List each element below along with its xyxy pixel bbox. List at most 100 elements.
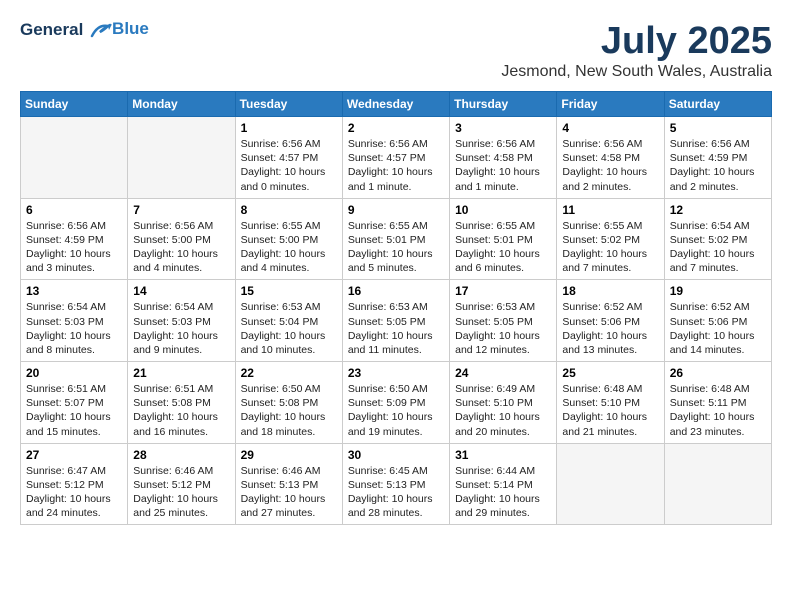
calendar-cell: 3Sunrise: 6:56 AMSunset: 4:58 PMDaylight… [450, 117, 557, 199]
cell-details: Sunrise: 6:48 AMSunset: 5:10 PMDaylight:… [562, 382, 658, 439]
cell-details: Sunrise: 6:44 AMSunset: 5:14 PMDaylight:… [455, 464, 551, 521]
day-number: 24 [455, 366, 551, 380]
calendar-cell [21, 117, 128, 199]
day-number: 1 [241, 121, 337, 135]
calendar-table: SundayMondayTuesdayWednesdayThursdayFrid… [20, 91, 772, 525]
calendar-header-row: SundayMondayTuesdayWednesdayThursdayFrid… [21, 92, 772, 117]
day-number: 27 [26, 448, 122, 462]
logo-general: General [20, 20, 83, 39]
cell-details: Sunrise: 6:52 AMSunset: 5:06 PMDaylight:… [562, 300, 658, 357]
cell-details: Sunrise: 6:56 AMSunset: 4:58 PMDaylight:… [562, 137, 658, 194]
week-row-3: 13 Sunrise: 6:54 AMSunset: 5:03 PMDayligh… [21, 280, 772, 362]
cell-details: Sunrise: 6:55 AMSunset: 5:01 PMDaylight:… [348, 219, 444, 276]
cell-details: Sunrise: 6:48 AMSunset: 5:11 PMDaylight:… [670, 382, 766, 439]
cell-details: Sunrise: 6:51 AMSunset: 5:08 PMDaylight:… [133, 382, 229, 439]
cell-details: Sunrise: 6:46 AMSunset: 5:13 PMDaylight:… [241, 464, 337, 521]
calendar-cell: 18 Sunrise: 6:52 AMSunset: 5:06 PMDayligh… [557, 280, 664, 362]
day-number: 10 [455, 203, 551, 217]
calendar-cell: 26 Sunrise: 6:48 AMSunset: 5:11 PMDayligh… [664, 362, 771, 444]
calendar-cell: 27Sunrise: 6:47 AMSunset: 5:12 PMDayligh… [21, 443, 128, 525]
logo-bird-icon [90, 22, 112, 40]
day-number: 22 [241, 366, 337, 380]
calendar-cell: 25 Sunrise: 6:48 AMSunset: 5:10 PMDayligh… [557, 362, 664, 444]
title-block: July 2025 Jesmond, New South Wales, Aust… [501, 20, 772, 81]
calendar-cell: 10 Sunrise: 6:55 AMSunset: 5:01 PMDayligh… [450, 198, 557, 280]
day-number: 21 [133, 366, 229, 380]
calendar-cell: 4 Sunrise: 6:56 AMSunset: 4:58 PMDaylight… [557, 117, 664, 199]
day-number: 15 [241, 284, 337, 298]
calendar-cell: 24 Sunrise: 6:49 AMSunset: 5:10 PMDayligh… [450, 362, 557, 444]
day-number: 13 [26, 284, 122, 298]
day-number: 7 [133, 203, 229, 217]
day-number: 30 [348, 448, 444, 462]
day-number: 8 [241, 203, 337, 217]
calendar-cell [128, 117, 235, 199]
cell-details: Sunrise: 6:56 AMSunset: 4:57 PMDaylight:… [241, 137, 337, 194]
day-number: 4 [562, 121, 658, 135]
calendar-cell: 30Sunrise: 6:45 AMSunset: 5:13 PMDayligh… [342, 443, 449, 525]
calendar-cell: 21 Sunrise: 6:51 AMSunset: 5:08 PMDayligh… [128, 362, 235, 444]
week-row-4: 20 Sunrise: 6:51 AMSunset: 5:07 PMDayligh… [21, 362, 772, 444]
calendar-cell: 11 Sunrise: 6:55 AMSunset: 5:02 PMDayligh… [557, 198, 664, 280]
cell-details: Sunrise: 6:54 AMSunset: 5:03 PMDaylight:… [26, 300, 122, 357]
calendar-cell: 22Sunrise: 6:50 AMSunset: 5:08 PMDayligh… [235, 362, 342, 444]
header-wednesday: Wednesday [342, 92, 449, 117]
calendar-cell: 15 Sunrise: 6:53 AMSunset: 5:04 PMDayligh… [235, 280, 342, 362]
day-number: 11 [562, 203, 658, 217]
week-row-5: 27Sunrise: 6:47 AMSunset: 5:12 PMDayligh… [21, 443, 772, 525]
day-number: 17 [455, 284, 551, 298]
cell-details: Sunrise: 6:53 AMSunset: 5:05 PMDaylight:… [348, 300, 444, 357]
calendar-cell: 28Sunrise: 6:46 AMSunset: 5:12 PMDayligh… [128, 443, 235, 525]
cell-details: Sunrise: 6:53 AMSunset: 5:05 PMDaylight:… [455, 300, 551, 357]
cell-details: Sunrise: 6:56 AMSunset: 4:58 PMDaylight:… [455, 137, 551, 194]
location-text: Jesmond, New South Wales, Australia [501, 63, 772, 81]
cell-details: Sunrise: 6:55 AMSunset: 5:02 PMDaylight:… [562, 219, 658, 276]
day-number: 2 [348, 121, 444, 135]
day-number: 18 [562, 284, 658, 298]
day-number: 26 [670, 366, 766, 380]
cell-details: Sunrise: 6:56 AMSunset: 5:00 PMDaylight:… [133, 219, 229, 276]
calendar-cell: 19Sunrise: 6:52 AMSunset: 5:06 PMDayligh… [664, 280, 771, 362]
calendar-cell: 23 Sunrise: 6:50 AMSunset: 5:09 PMDayligh… [342, 362, 449, 444]
header-saturday: Saturday [664, 92, 771, 117]
day-number: 16 [348, 284, 444, 298]
cell-details: Sunrise: 6:56 AMSunset: 4:57 PMDaylight:… [348, 137, 444, 194]
cell-details: Sunrise: 6:49 AMSunset: 5:10 PMDaylight:… [455, 382, 551, 439]
calendar-cell: 1 Sunrise: 6:56 AMSunset: 4:57 PMDaylight… [235, 117, 342, 199]
calendar-cell: 13 Sunrise: 6:54 AMSunset: 5:03 PMDayligh… [21, 280, 128, 362]
cell-details: Sunrise: 6:55 AMSunset: 5:00 PMDaylight:… [241, 219, 337, 276]
day-number: 23 [348, 366, 444, 380]
month-title: July 2025 [501, 20, 772, 63]
calendar-cell: 5Sunrise: 6:56 AMSunset: 4:59 PMDaylight… [664, 117, 771, 199]
day-number: 14 [133, 284, 229, 298]
week-row-1: 1 Sunrise: 6:56 AMSunset: 4:57 PMDaylight… [21, 117, 772, 199]
logo-blue: Blue [112, 19, 149, 39]
day-number: 12 [670, 203, 766, 217]
cell-details: Sunrise: 6:53 AMSunset: 5:04 PMDaylight:… [241, 300, 337, 357]
page-header: General Blue July 2025 Jesmond, New Sout… [20, 20, 772, 81]
day-number: 28 [133, 448, 229, 462]
calendar-cell: 14 Sunrise: 6:54 AMSunset: 5:03 PMDayligh… [128, 280, 235, 362]
cell-details: Sunrise: 6:54 AMSunset: 5:03 PMDaylight:… [133, 300, 229, 357]
calendar-cell: 9 Sunrise: 6:55 AMSunset: 5:01 PMDaylight… [342, 198, 449, 280]
calendar-cell: 17 Sunrise: 6:53 AMSunset: 5:05 PMDayligh… [450, 280, 557, 362]
day-number: 20 [26, 366, 122, 380]
logo: General Blue [20, 20, 149, 40]
cell-details: Sunrise: 6:51 AMSunset: 5:07 PMDaylight:… [26, 382, 122, 439]
day-number: 6 [26, 203, 122, 217]
header-tuesday: Tuesday [235, 92, 342, 117]
calendar-cell: 6Sunrise: 6:56 AMSunset: 4:59 PMDaylight… [21, 198, 128, 280]
header-friday: Friday [557, 92, 664, 117]
cell-details: Sunrise: 6:56 AMSunset: 4:59 PMDaylight:… [670, 137, 766, 194]
day-number: 25 [562, 366, 658, 380]
header-monday: Monday [128, 92, 235, 117]
calendar-cell: 2 Sunrise: 6:56 AMSunset: 4:57 PMDaylight… [342, 117, 449, 199]
calendar-cell: 12Sunrise: 6:54 AMSunset: 5:02 PMDayligh… [664, 198, 771, 280]
cell-details: Sunrise: 6:55 AMSunset: 5:01 PMDaylight:… [455, 219, 551, 276]
calendar-cell [664, 443, 771, 525]
cell-details: Sunrise: 6:50 AMSunset: 5:09 PMDaylight:… [348, 382, 444, 439]
day-number: 9 [348, 203, 444, 217]
calendar-cell [557, 443, 664, 525]
calendar-cell: 20 Sunrise: 6:51 AMSunset: 5:07 PMDayligh… [21, 362, 128, 444]
day-number: 31 [455, 448, 551, 462]
